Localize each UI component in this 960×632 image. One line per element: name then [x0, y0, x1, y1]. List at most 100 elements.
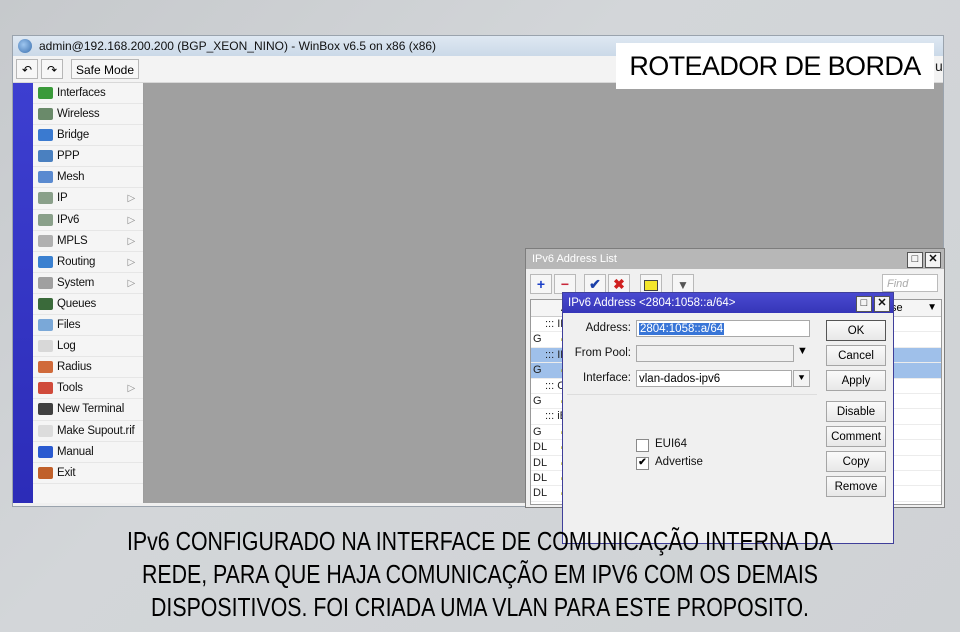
- queues-icon: [38, 297, 53, 310]
- submenu-arrow-icon: ▷: [127, 235, 136, 247]
- sidebar-item-label: MPLS: [57, 234, 88, 247]
- dialog-titlebar[interactable]: IPv6 Address <2804:1058::a/64> □ ✕: [563, 293, 893, 313]
- eui64-label: EUI64: [655, 438, 687, 450]
- interface-select[interactable]: vlan-dados-ipv6: [636, 370, 792, 387]
- dropdown-icon: ⯆: [797, 373, 806, 384]
- comment-button[interactable]: [640, 274, 662, 294]
- sidebar-item-ip[interactable]: IP ▷: [33, 188, 143, 210]
- sidebar-item-ppp[interactable]: PPP: [33, 146, 143, 168]
- address-label: Address:: [585, 322, 631, 334]
- ipv6-icon: [38, 213, 53, 226]
- x-icon: ✖: [613, 276, 625, 292]
- interface-dropdown-button[interactable]: ⯆: [793, 370, 810, 387]
- from-pool-select[interactable]: [636, 345, 794, 362]
- remove-button[interactable]: Remove: [826, 476, 886, 497]
- dialog-title: IPv6 Address <2804:1058::a/64>: [568, 297, 736, 309]
- sidebar-item-mesh[interactable]: Mesh: [33, 167, 143, 189]
- sidebar-item-label: Queues: [57, 297, 97, 310]
- sidebar-item-exit[interactable]: Exit: [33, 463, 143, 484]
- sidebar-item-make-supout-rif[interactable]: Make Supout.rif: [33, 421, 143, 442]
- sidebar-item-label: Routing: [57, 255, 96, 268]
- checkmark-icon: ✔: [638, 457, 647, 468]
- row-flag: G: [533, 425, 542, 438]
- sidebar-item-system[interactable]: System ▷: [33, 273, 143, 294]
- submenu-arrow-icon: ▷: [127, 193, 136, 205]
- column-menu-icon[interactable]: ▼: [927, 300, 937, 316]
- sidebar-item-manual[interactable]: Manual: [33, 442, 143, 463]
- add-button[interactable]: +: [530, 274, 552, 294]
- remove-button[interactable]: −: [554, 274, 576, 294]
- sidebar-item-log[interactable]: Log: [33, 336, 143, 358]
- description-line-3: DISPOSITIVOS. FOI CRIADA UMA VLAN PARA E…: [151, 592, 809, 622]
- sidebar-item-interfaces[interactable]: Interfaces: [33, 83, 143, 105]
- filter-icon: ▼: [677, 278, 689, 292]
- close-icon: ✕: [928, 253, 938, 265]
- sidebar-item-queues[interactable]: Queues: [33, 294, 143, 316]
- submenu-arrow-icon: ▷: [127, 383, 136, 395]
- ppp-icon: [38, 150, 53, 163]
- advertise-checkbox[interactable]: ✔: [636, 457, 649, 470]
- disable-button[interactable]: ✖: [608, 274, 630, 294]
- dialog-maximize-button[interactable]: □: [856, 296, 872, 312]
- sidebar-item-label: System: [57, 276, 95, 289]
- sidebar-item-label: Mesh: [57, 171, 85, 184]
- close-button[interactable]: ✕: [925, 252, 941, 268]
- sidebar-item-label: Bridge: [57, 129, 90, 142]
- bridge-icon: [38, 129, 53, 142]
- sidebar-item-ipv6[interactable]: IPv6 ▷: [33, 210, 143, 231]
- row-flag: G: [533, 394, 542, 407]
- plus-icon: +: [536, 276, 546, 292]
- disable-button[interactable]: Disable: [826, 401, 886, 422]
- comment-button[interactable]: Comment: [826, 426, 886, 447]
- filter-button[interactable]: ▼: [672, 274, 694, 294]
- sidebar-item-mpls[interactable]: MPLS ▷: [33, 231, 143, 252]
- tools-icon: [38, 382, 53, 395]
- ok-button[interactable]: OK: [826, 320, 886, 341]
- sidebar-item-label: Interfaces: [57, 87, 106, 99]
- submenu-arrow-icon: ▷: [127, 214, 136, 226]
- copy-button[interactable]: Copy: [826, 451, 886, 472]
- check-icon: ✔: [589, 276, 601, 292]
- find-input[interactable]: Find: [882, 274, 938, 292]
- redo-button[interactable]: ↷: [41, 59, 63, 79]
- interface-label: Interface:: [583, 372, 631, 384]
- row-flag: DL: [533, 456, 548, 469]
- divider: [567, 394, 817, 395]
- manual-icon: [38, 445, 53, 458]
- winbox-window: admin@192.168.200.200 (BGP_XEON_NINO) - …: [12, 35, 945, 544]
- from-pool-dropdown-icon[interactable]: ▼: [797, 345, 808, 357]
- sidebar-item-routing[interactable]: Routing ▷: [33, 252, 143, 273]
- address-list-titlebar[interactable]: IPv6 Address List □ ✕: [526, 249, 944, 269]
- sidebar-item-label: Tools: [57, 382, 83, 395]
- safe-mode-button[interactable]: Safe Mode: [71, 59, 139, 79]
- sidebar-item-label: IPv6: [57, 213, 80, 226]
- dialog-close-button[interactable]: ✕: [874, 296, 890, 312]
- sidebar-item-label: New Terminal: [57, 403, 125, 416]
- wireless-icon: [38, 108, 53, 121]
- cancel-button[interactable]: Cancel: [826, 345, 886, 366]
- eui64-checkbox[interactable]: [636, 439, 649, 452]
- apply-button[interactable]: Apply: [826, 370, 886, 391]
- sidebar-item-files[interactable]: Files: [33, 315, 143, 337]
- advertise-label: Advertise: [655, 456, 703, 468]
- sidebar-item-tools[interactable]: Tools ▷: [33, 378, 143, 400]
- sidebar-item-new-terminal[interactable]: New Terminal: [33, 399, 143, 421]
- row-flag: DL: [533, 502, 547, 504]
- sidebar-item-bridge[interactable]: Bridge: [33, 125, 143, 147]
- sidebar-item-label: IP: [57, 192, 68, 205]
- caption-text: ROTEADOR DE BORDA: [629, 51, 921, 81]
- cut-off-text: u: [935, 58, 943, 74]
- files-icon: [38, 319, 53, 332]
- radius-icon: [38, 361, 53, 374]
- submenu-arrow-icon: ▷: [127, 256, 136, 268]
- description-line-1: IPv6 CONFIGURADO NA INTERFACE DE COMUNIC…: [126, 526, 834, 556]
- maximize-button[interactable]: □: [907, 252, 923, 268]
- redo-icon: ↷: [46, 63, 58, 77]
- enable-button[interactable]: ✔: [584, 274, 606, 294]
- minus-icon: −: [560, 276, 570, 292]
- address-input[interactable]: 2804:1058::a/64: [636, 320, 810, 337]
- sidebar-item-radius[interactable]: Radius: [33, 357, 143, 379]
- log-icon: [38, 340, 53, 353]
- undo-button[interactable]: ↶: [16, 59, 38, 79]
- sidebar-item-wireless[interactable]: Wireless: [33, 104, 143, 126]
